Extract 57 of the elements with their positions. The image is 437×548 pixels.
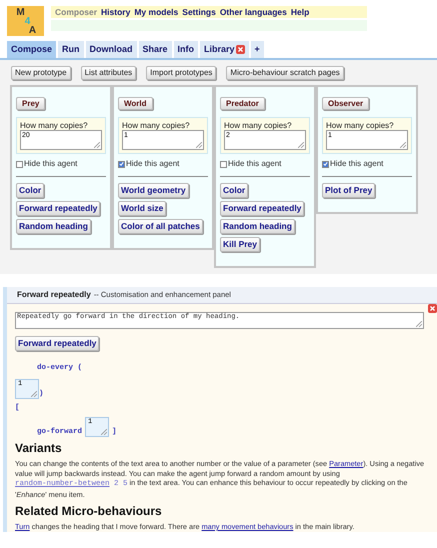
copies-label: How many copies? [122, 121, 191, 130]
behaviour-button[interactable]: Color [16, 183, 44, 198]
behaviour-button[interactable]: World size [118, 201, 166, 216]
copies-label: How many copies? [224, 121, 293, 130]
tab[interactable]: Share [138, 41, 172, 58]
section-heading: Variants [15, 441, 63, 455]
checkbox-label: Hide this agent [228, 158, 282, 170]
behaviour-button[interactable]: Forward repeatedly [16, 201, 100, 216]
behaviour-button[interactable]: Kill Prey [220, 237, 260, 252]
copies-label: How many copies? [326, 121, 395, 130]
resize-grip-icon[interactable] [416, 321, 422, 327]
nav-link[interactable]: Other languages [220, 6, 287, 18]
checkbox[interactable] [322, 160, 329, 168]
resize-grip-icon[interactable] [400, 142, 406, 148]
tab[interactable]: Library [200, 41, 249, 58]
tab[interactable]: + [250, 41, 264, 58]
resize-grip-icon[interactable] [101, 429, 108, 435]
checkbox[interactable] [16, 160, 23, 168]
behaviour-button[interactable]: World geometry [118, 183, 189, 198]
close-icon[interactable] [428, 304, 437, 313]
behaviour-button[interactable]: Plot of Prey [322, 183, 376, 198]
tab[interactable]: Run [58, 41, 84, 58]
tab[interactable]: Compose [7, 41, 56, 58]
close-icon[interactable] [236, 45, 245, 54]
checkbox[interactable] [118, 160, 125, 168]
section-heading: Related Micro-behaviours [15, 504, 163, 518]
agent-name-button[interactable]: Predator [220, 97, 265, 110]
resize-grip-icon[interactable] [31, 391, 37, 397]
copies-label: How many copies? [20, 121, 89, 130]
checkbox-label: Hide this agent [330, 158, 384, 170]
nav-link[interactable]: Help [290, 6, 310, 18]
behaviour-button[interactable]: Random heading [220, 219, 295, 234]
behaviour-button[interactable]: Forward repeatedly [15, 336, 100, 351]
agent-name-button[interactable]: World [118, 97, 153, 110]
behaviour-button[interactable]: Color of all patches [118, 219, 203, 234]
toolbar-button[interactable]: New prototype [11, 66, 71, 80]
behaviour-button[interactable]: Random heading [16, 219, 91, 234]
panel-title: Forward repeatedly [17, 289, 91, 301]
logo: M 4 A [7, 6, 44, 36]
toolbar-button[interactable]: Micro-behaviour scratch pages [226, 66, 344, 80]
agent-name-button[interactable]: Prey [16, 97, 46, 110]
toolbar-button[interactable]: Import prototypes [146, 66, 216, 80]
resize-grip-icon[interactable] [196, 142, 202, 148]
resize-grip-icon[interactable] [94, 142, 100, 148]
checkbox-label: Hide this agent [24, 158, 78, 170]
checkbox[interactable] [220, 160, 227, 168]
checkbox-label: Hide this agent [126, 158, 180, 170]
agent-name-button[interactable]: Observer [322, 97, 370, 110]
tab[interactable]: Info [174, 41, 198, 58]
nav-link[interactable]: History [101, 6, 130, 18]
toolbar-button[interactable]: List attributes [80, 66, 136, 80]
behaviour-button[interactable]: Color [220, 183, 248, 198]
tab[interactable]: Download [86, 41, 137, 58]
behaviour-button[interactable]: Forward repeatedly [220, 201, 304, 216]
resize-grip-icon[interactable] [298, 142, 304, 148]
nav-link[interactable]: Settings [182, 6, 216, 18]
nav-link[interactable]: My models [134, 6, 178, 18]
